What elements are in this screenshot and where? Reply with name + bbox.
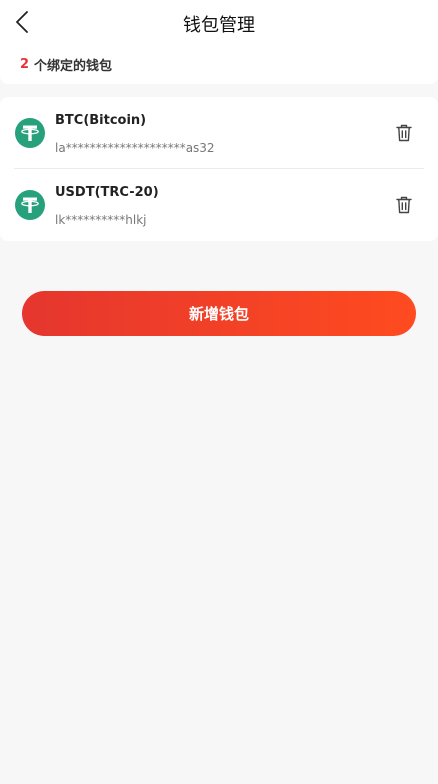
trash-icon — [396, 196, 412, 214]
wallet-name: BTC(Bitcoin) — [55, 113, 147, 128]
wallet-name: USDT(TRC-20) — [55, 185, 159, 200]
wallet-address: la********************as32 — [55, 141, 215, 155]
wallet-count-bar: 2 个绑定的钱包 — [0, 44, 438, 84]
delete-wallet-button[interactable] — [394, 123, 414, 143]
tether-icon — [15, 190, 45, 220]
wallet-count-label: 个绑定的钱包 — [34, 58, 113, 74]
tether-icon — [15, 118, 45, 148]
wallet-item[interactable]: USDT(TRC-20) lk**********hlkj — [0, 169, 438, 241]
page-title: 钱包管理 — [183, 15, 255, 36]
wallet-list: BTC(Bitcoin) la********************as32 … — [0, 97, 438, 241]
add-wallet-button[interactable]: 新增钱包 — [22, 291, 416, 336]
wallet-count: 2 — [20, 56, 30, 72]
delete-wallet-button[interactable] — [394, 195, 414, 215]
trash-icon — [396, 124, 412, 142]
wallet-item[interactable]: BTC(Bitcoin) la********************as32 — [0, 97, 438, 169]
header-bar: 钱包管理 — [0, 0, 438, 44]
wallet-address: lk**********hlkj — [55, 213, 147, 227]
